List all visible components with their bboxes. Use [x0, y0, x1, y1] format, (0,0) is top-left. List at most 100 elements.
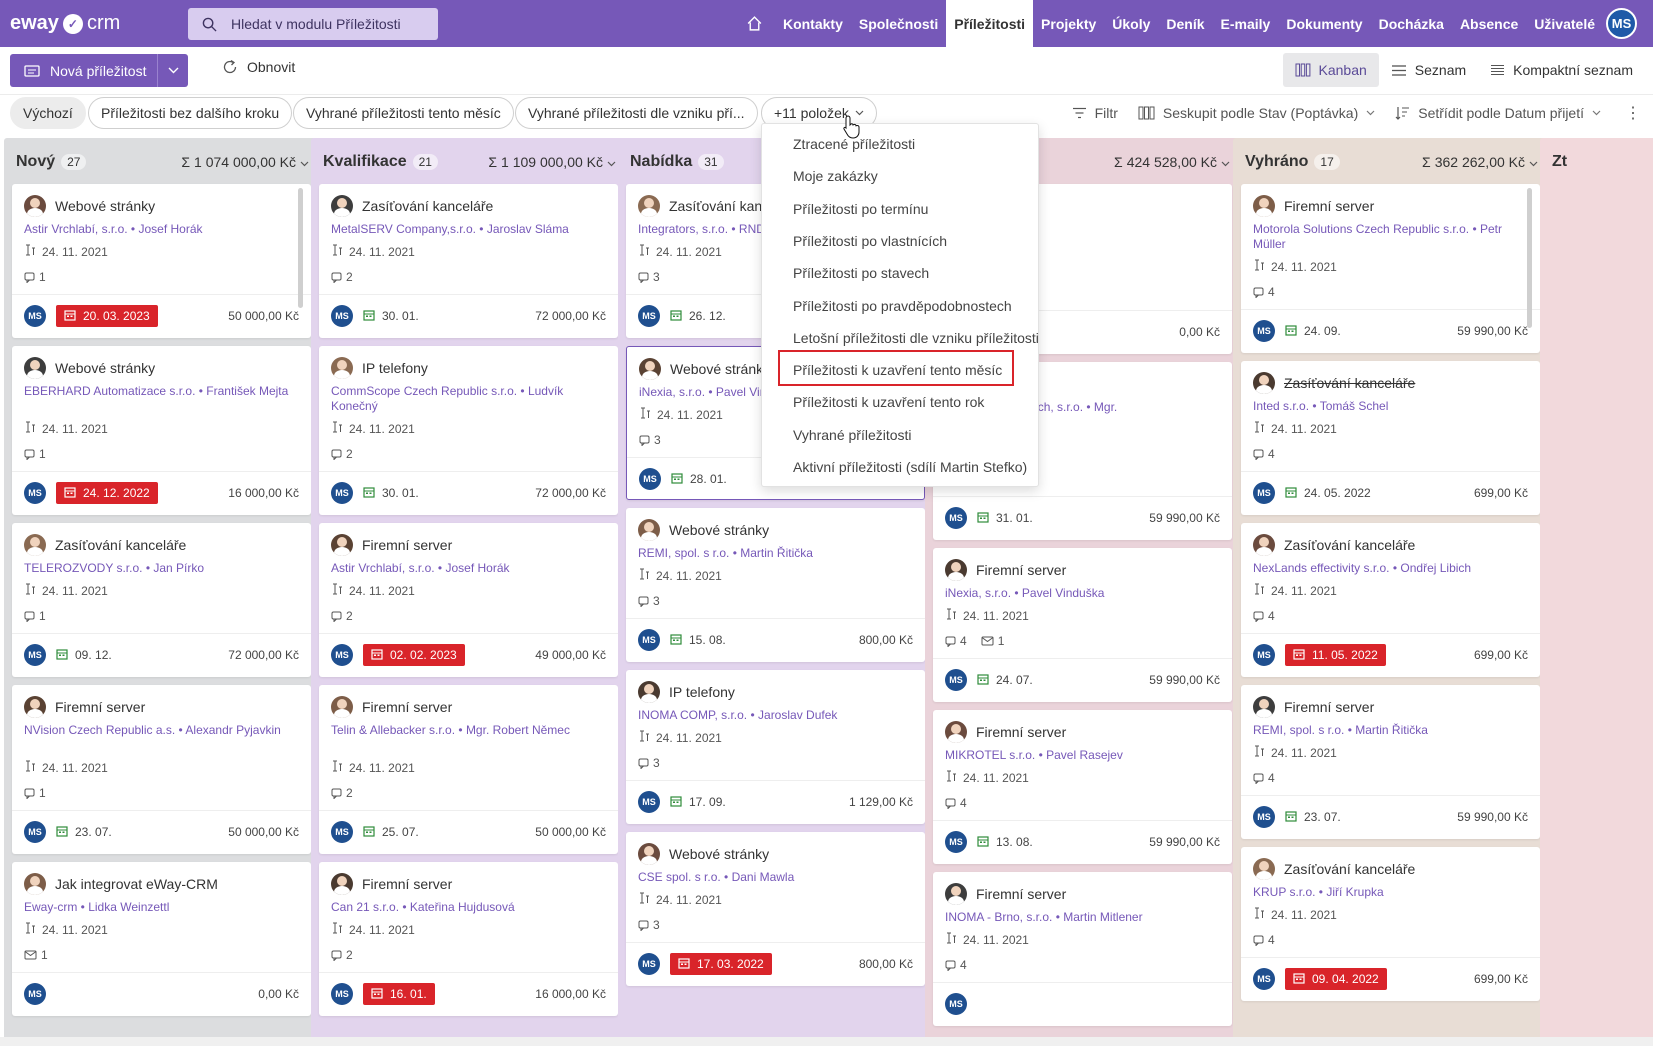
- opportunity-card[interactable]: Firemní server NVision Czech Republic a.s…: [12, 685, 311, 854]
- horizontal-scrollbar[interactable]: [0, 1037, 1653, 1046]
- home-icon[interactable]: [741, 0, 769, 47]
- due-date[interactable]: 30. 01.: [363, 309, 419, 324]
- company-name[interactable]: CSE spol. s r.o.: [638, 870, 721, 884]
- card-company-link[interactable]: REMI, spol. s r.o. • Martin Řitička: [638, 546, 908, 561]
- card-company-link[interactable]: CommScope Czech Republic s.r.o. • Ludvík…: [331, 384, 601, 414]
- person-name[interactable]: Martin Řitička: [740, 546, 813, 560]
- chevron-down-icon[interactable]: [1221, 154, 1230, 170]
- person-name[interactable]: Kateřina Hujdusová: [410, 900, 515, 914]
- card-title[interactable]: Webové stránky: [639, 358, 770, 380]
- card-title[interactable]: Firemní server: [331, 534, 452, 556]
- dropdown-item[interactable]: Příležitosti k uzavření tento rok: [762, 386, 1038, 418]
- opportunity-card[interactable]: Zasíťování kanceláře NexLands effectivity…: [1241, 523, 1540, 677]
- opportunity-card[interactable]: IP telefony CommScope Czech Republic s.r.…: [319, 346, 618, 515]
- opportunity-card[interactable]: Firemní server REMI, spol. s r.o. • Marti…: [1241, 685, 1540, 839]
- due-date[interactable]: 26. 12.: [670, 309, 726, 324]
- person-name[interactable]: Josef Horák: [138, 222, 202, 236]
- due-date[interactable]: 13. 08.: [977, 835, 1033, 850]
- opportunity-card[interactable]: IP telefony INOMA COMP, s.r.o. • Jaroslav…: [626, 670, 925, 824]
- card-title[interactable]: IP telefony: [331, 357, 428, 379]
- owner-avatar[interactable]: MS: [331, 644, 353, 666]
- opportunity-card[interactable]: Jak integrovat eWay-CRM Eway-crm • Lidka …: [12, 862, 311, 1016]
- owner-avatar[interactable]: MS: [24, 305, 46, 327]
- chevron-down-icon[interactable]: [300, 154, 309, 170]
- column-header[interactable]: Kvalifikace 21 Σ 1 109 000,00 Kč: [311, 138, 626, 186]
- card-company-link[interactable]: MIKROTEL s.r.o. • Pavel Rasejev: [945, 748, 1215, 763]
- company-name[interactable]: REMI, spol. s r.o.: [1253, 723, 1344, 737]
- due-date[interactable]: 24. 12. 2022: [56, 482, 158, 504]
- company-name[interactable]: Motorola Solutions Czech Republic s.r.o.: [1253, 222, 1469, 236]
- company-name[interactable]: Astir Vrchlabí, s.r.o.: [331, 561, 435, 575]
- due-date[interactable]: 25. 07.: [363, 825, 419, 840]
- column-header[interactable]: Vyhráno 17 Σ 362 262,00 Kč: [1233, 138, 1548, 186]
- card-title[interactable]: Zasíťování kanceláře: [1253, 372, 1415, 394]
- opportunity-card[interactable]: Firemní server MIKROTEL s.r.o. • Pavel Ra…: [933, 710, 1232, 864]
- owner-avatar[interactable]: MS: [1253, 644, 1275, 666]
- card-title[interactable]: Zasíťování kanceláře: [1253, 858, 1415, 880]
- company-name[interactable]: Integrators, s.r.o.: [638, 222, 728, 236]
- card-title[interactable]: Zasíťování kanceláře: [24, 534, 186, 556]
- card-company-link[interactable]: REMI, spol. s r.o. • Martin Řitička: [1253, 723, 1523, 738]
- due-date[interactable]: 17. 09.: [670, 795, 726, 810]
- nav-item-10[interactable]: Uživatelé: [1526, 0, 1603, 47]
- owner-avatar[interactable]: MS: [24, 983, 46, 1005]
- owner-avatar[interactable]: MS: [945, 831, 967, 853]
- company-name[interactable]: CommScope Czech Republic s.r.o.: [331, 384, 517, 398]
- card-title[interactable]: Firemní server: [1253, 696, 1374, 718]
- search-input[interactable]: Hledat v modulu Příležitosti: [188, 8, 438, 40]
- company-name[interactable]: KRUP s.r.o.: [1253, 885, 1315, 899]
- person-name[interactable]: Ondřej Libich: [1400, 561, 1471, 575]
- view-list-button[interactable]: Seznam: [1379, 53, 1478, 87]
- filter-button[interactable]: Filtr: [1072, 105, 1118, 121]
- company-name[interactable]: INOMA - Brno, s.r.o.: [945, 910, 1052, 924]
- card-company-link[interactable]: Telin & Allebacker s.r.o. • Mgr. Robert …: [331, 723, 601, 738]
- due-date[interactable]: 31. 01.: [977, 511, 1033, 526]
- company-name[interactable]: NVision Czech Republic a.s.: [24, 723, 175, 737]
- person-name[interactable]: Jan Pírko: [153, 561, 204, 575]
- company-name[interactable]: Inted s.r.o.: [1253, 399, 1309, 413]
- owner-avatar[interactable]: MS: [1253, 968, 1275, 990]
- person-name[interactable]: František Mejta: [206, 384, 288, 398]
- nav-item-1[interactable]: Společnosti: [851, 0, 946, 47]
- company-name[interactable]: MetalSERV Company,s.r.o.: [331, 222, 476, 236]
- new-opportunity-main[interactable]: Nová příležitost: [10, 54, 158, 87]
- dropdown-item[interactable]: Ztracené příležitosti: [762, 128, 1038, 160]
- owner-avatar[interactable]: MS: [331, 983, 353, 1005]
- dropdown-item[interactable]: Moje zakázky: [762, 160, 1038, 192]
- sort-button[interactable]: Setřídit podle Datum přijetí: [1395, 105, 1601, 121]
- due-date[interactable]: 30. 01.: [363, 486, 419, 501]
- opportunity-card[interactable]: Webové stránky REMI, spol. s r.o. • Marti…: [626, 508, 925, 662]
- nav-item-0[interactable]: Kontakty: [775, 0, 851, 47]
- person-name[interactable]: Lidka Weinzettl: [88, 900, 169, 914]
- chip-won-by-origin[interactable]: Vyhrané příležitosti dle vzniku pří...: [515, 97, 758, 129]
- card-company-link[interactable]: iNexia, s.r.o. • Pavel Vinduška: [945, 586, 1215, 601]
- opportunity-card[interactable]: Zasíťování kanceláře MetalSERV Company,s.…: [319, 184, 618, 338]
- company-name[interactable]: NexLands effectivity s.r.o.: [1253, 561, 1390, 575]
- company-name[interactable]: Eway-crm: [24, 900, 77, 914]
- user-avatar[interactable]: MS: [1606, 8, 1637, 39]
- new-opportunity-dropdown[interactable]: [158, 67, 188, 74]
- owner-avatar[interactable]: MS: [638, 305, 660, 327]
- due-date[interactable]: 23. 07.: [1285, 810, 1341, 825]
- group-by-button[interactable]: Seskupit podle Stav (Poptávka): [1138, 105, 1375, 121]
- person-name[interactable]: Mgr.: [1094, 400, 1117, 414]
- card-company-link[interactable]: TELEROZVODY s.r.o. • Jan Pírko: [24, 561, 294, 576]
- opportunity-card[interactable]: Webové stránky EBERHARD Automatizace s.r.…: [12, 346, 311, 515]
- owner-avatar[interactable]: MS: [24, 644, 46, 666]
- person-name[interactable]: Martin Řitička: [1355, 723, 1428, 737]
- due-date[interactable]: 16. 01.: [363, 983, 435, 1005]
- card-company-link[interactable]: Eway-crm • Lidka Weinzettl: [24, 900, 294, 915]
- due-date[interactable]: 24. 07.: [977, 673, 1033, 688]
- card-title[interactable]: Webové stránky: [24, 357, 155, 379]
- owner-avatar[interactable]: MS: [638, 953, 660, 975]
- opportunity-card[interactable]: Firemní server iNexia, s.r.o. • Pavel Vin…: [933, 548, 1232, 702]
- card-title[interactable]: Firemní server: [24, 696, 145, 718]
- company-name[interactable]: Astir Vrchlabí, s.r.o.: [24, 222, 128, 236]
- card-company-link[interactable]: KRUP s.r.o. • Jiří Krupka: [1253, 885, 1523, 900]
- card-title[interactable]: IP telefony: [638, 681, 735, 703]
- person-name[interactable]: Jiří Krupka: [1326, 885, 1383, 899]
- eway-logo[interactable]: eway ✓ crm: [10, 12, 120, 35]
- due-date[interactable]: 24. 09.: [1285, 324, 1341, 339]
- opportunity-card[interactable]: Webové stránky Astir Vrchlabí, s.r.o. • J…: [12, 184, 311, 338]
- opportunity-card[interactable]: Zasíťování kanceláře TELEROZVODY s.r.o. •…: [12, 523, 311, 677]
